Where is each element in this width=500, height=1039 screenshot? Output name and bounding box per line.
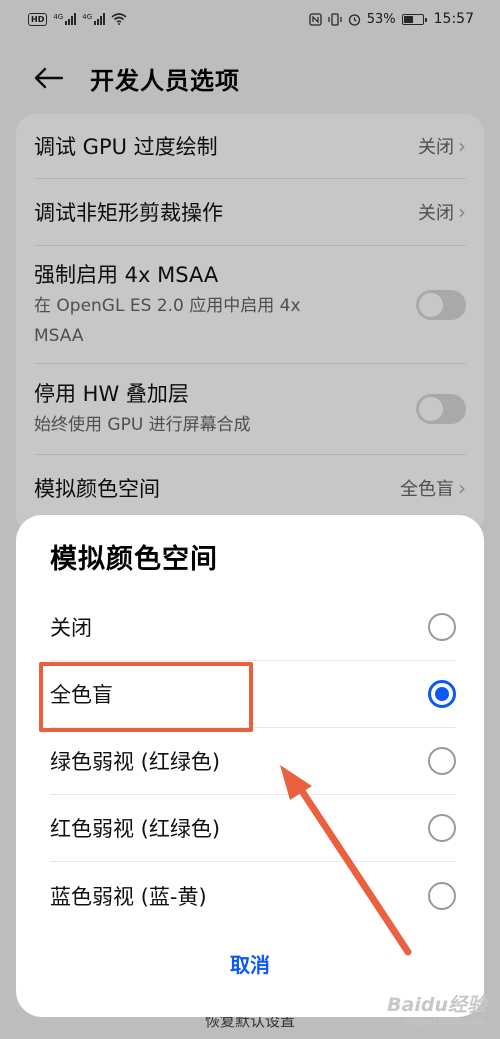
watermark-logo: Baidu经验 (387, 994, 486, 1016)
annotation-arrow-icon (280, 765, 412, 956)
baidu-watermark: Baidu经验 jingyan.baidu.com (387, 990, 486, 1027)
watermark-url: jingyan.baidu.com (402, 1017, 486, 1027)
